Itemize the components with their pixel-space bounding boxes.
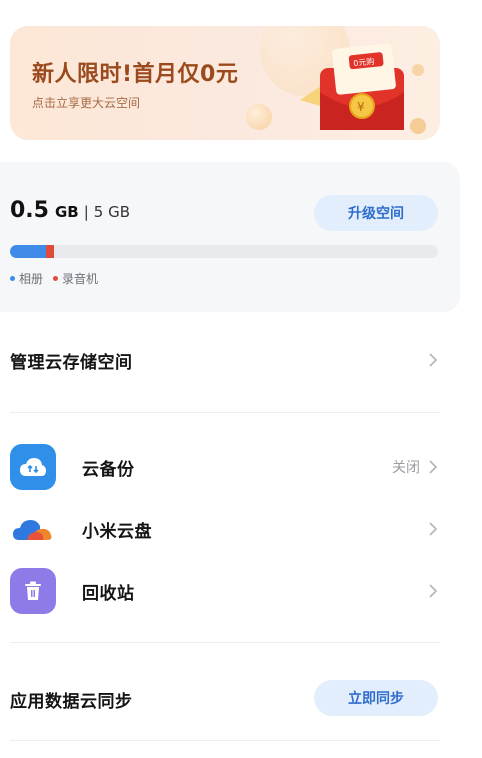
recycle-bin-row[interactable]: 回收站 bbox=[10, 568, 440, 614]
chevron-right-icon bbox=[429, 353, 438, 367]
sync-now-button[interactable]: 立即同步 bbox=[314, 680, 438, 716]
row-right bbox=[420, 522, 440, 536]
storage-usage-text: 0.5 GB | 5 GB bbox=[10, 198, 130, 223]
legend-item-album: 相册 bbox=[10, 270, 43, 287]
cloud-backup-icon bbox=[10, 444, 56, 490]
cloud-backup-row[interactable]: 云备份 关闭 bbox=[10, 444, 440, 490]
divider bbox=[10, 412, 440, 413]
legend-label-recorder: 录音机 bbox=[62, 272, 99, 286]
recycle-bin-label: 回收站 bbox=[82, 583, 135, 604]
app-data-sync-title: 应用数据云同步 bbox=[10, 691, 133, 712]
divider bbox=[10, 740, 440, 741]
legend-dot-album bbox=[10, 276, 15, 281]
manage-storage-title: 管理云存储空间 bbox=[10, 352, 133, 373]
xiaomi-cloud-drive-row[interactable]: 小米云盘 bbox=[10, 506, 440, 552]
row-right bbox=[420, 353, 440, 367]
usage-bar-recorder bbox=[46, 245, 54, 258]
cloud-icon bbox=[20, 458, 46, 476]
legend-item-recorder: 录音机 bbox=[53, 270, 98, 287]
legend-label-album: 相册 bbox=[19, 272, 44, 286]
colorful-cloud-icon bbox=[13, 520, 52, 540]
storage-used-value: 0.5 bbox=[10, 198, 49, 223]
promo-banner[interactable]: 新人限时!首月仅0元 点击立享更大云空间 0元购 ¥ bbox=[10, 26, 440, 140]
storage-separator: | bbox=[83, 203, 89, 221]
storage-used-unit: GB bbox=[54, 203, 79, 221]
usage-bar-album bbox=[10, 245, 46, 258]
storage-card: 0.5 GB | 5 GB 升级空间 相册 录音机 bbox=[0, 162, 460, 312]
chevron-right-icon bbox=[429, 522, 438, 536]
legend-dot-recorder bbox=[53, 276, 59, 281]
svg-text:¥: ¥ bbox=[357, 100, 365, 114]
row-right bbox=[420, 584, 440, 598]
cloud-backup-label: 云备份 bbox=[82, 459, 135, 480]
decorative-coin bbox=[246, 104, 272, 130]
xiaomi-cloud-drive-label: 小米云盘 bbox=[82, 521, 152, 542]
red-envelope-icon: 0元购 ¥ bbox=[300, 43, 426, 134]
row-right: 关闭 bbox=[392, 457, 440, 477]
trash-icon bbox=[10, 568, 56, 614]
chevron-right-icon bbox=[429, 460, 438, 474]
manage-storage-row[interactable]: 管理云存储空间 bbox=[10, 344, 440, 376]
upgrade-space-button[interactable]: 升级空间 bbox=[314, 195, 438, 231]
chevron-right-icon bbox=[429, 584, 438, 598]
promo-subtitle: 点击立享更大云空间 bbox=[32, 96, 141, 110]
trash-can-icon bbox=[25, 581, 41, 600]
storage-total: 5 GB bbox=[93, 203, 131, 221]
xiaomi-cloud-drive-icon bbox=[10, 506, 56, 552]
cloud-backup-status: 关闭 bbox=[392, 460, 420, 476]
storage-legend: 相册 录音机 bbox=[10, 270, 108, 287]
storage-usage-bar bbox=[10, 245, 438, 258]
promo-title: 新人限时!首月仅0元 bbox=[32, 62, 239, 87]
divider bbox=[10, 642, 440, 643]
